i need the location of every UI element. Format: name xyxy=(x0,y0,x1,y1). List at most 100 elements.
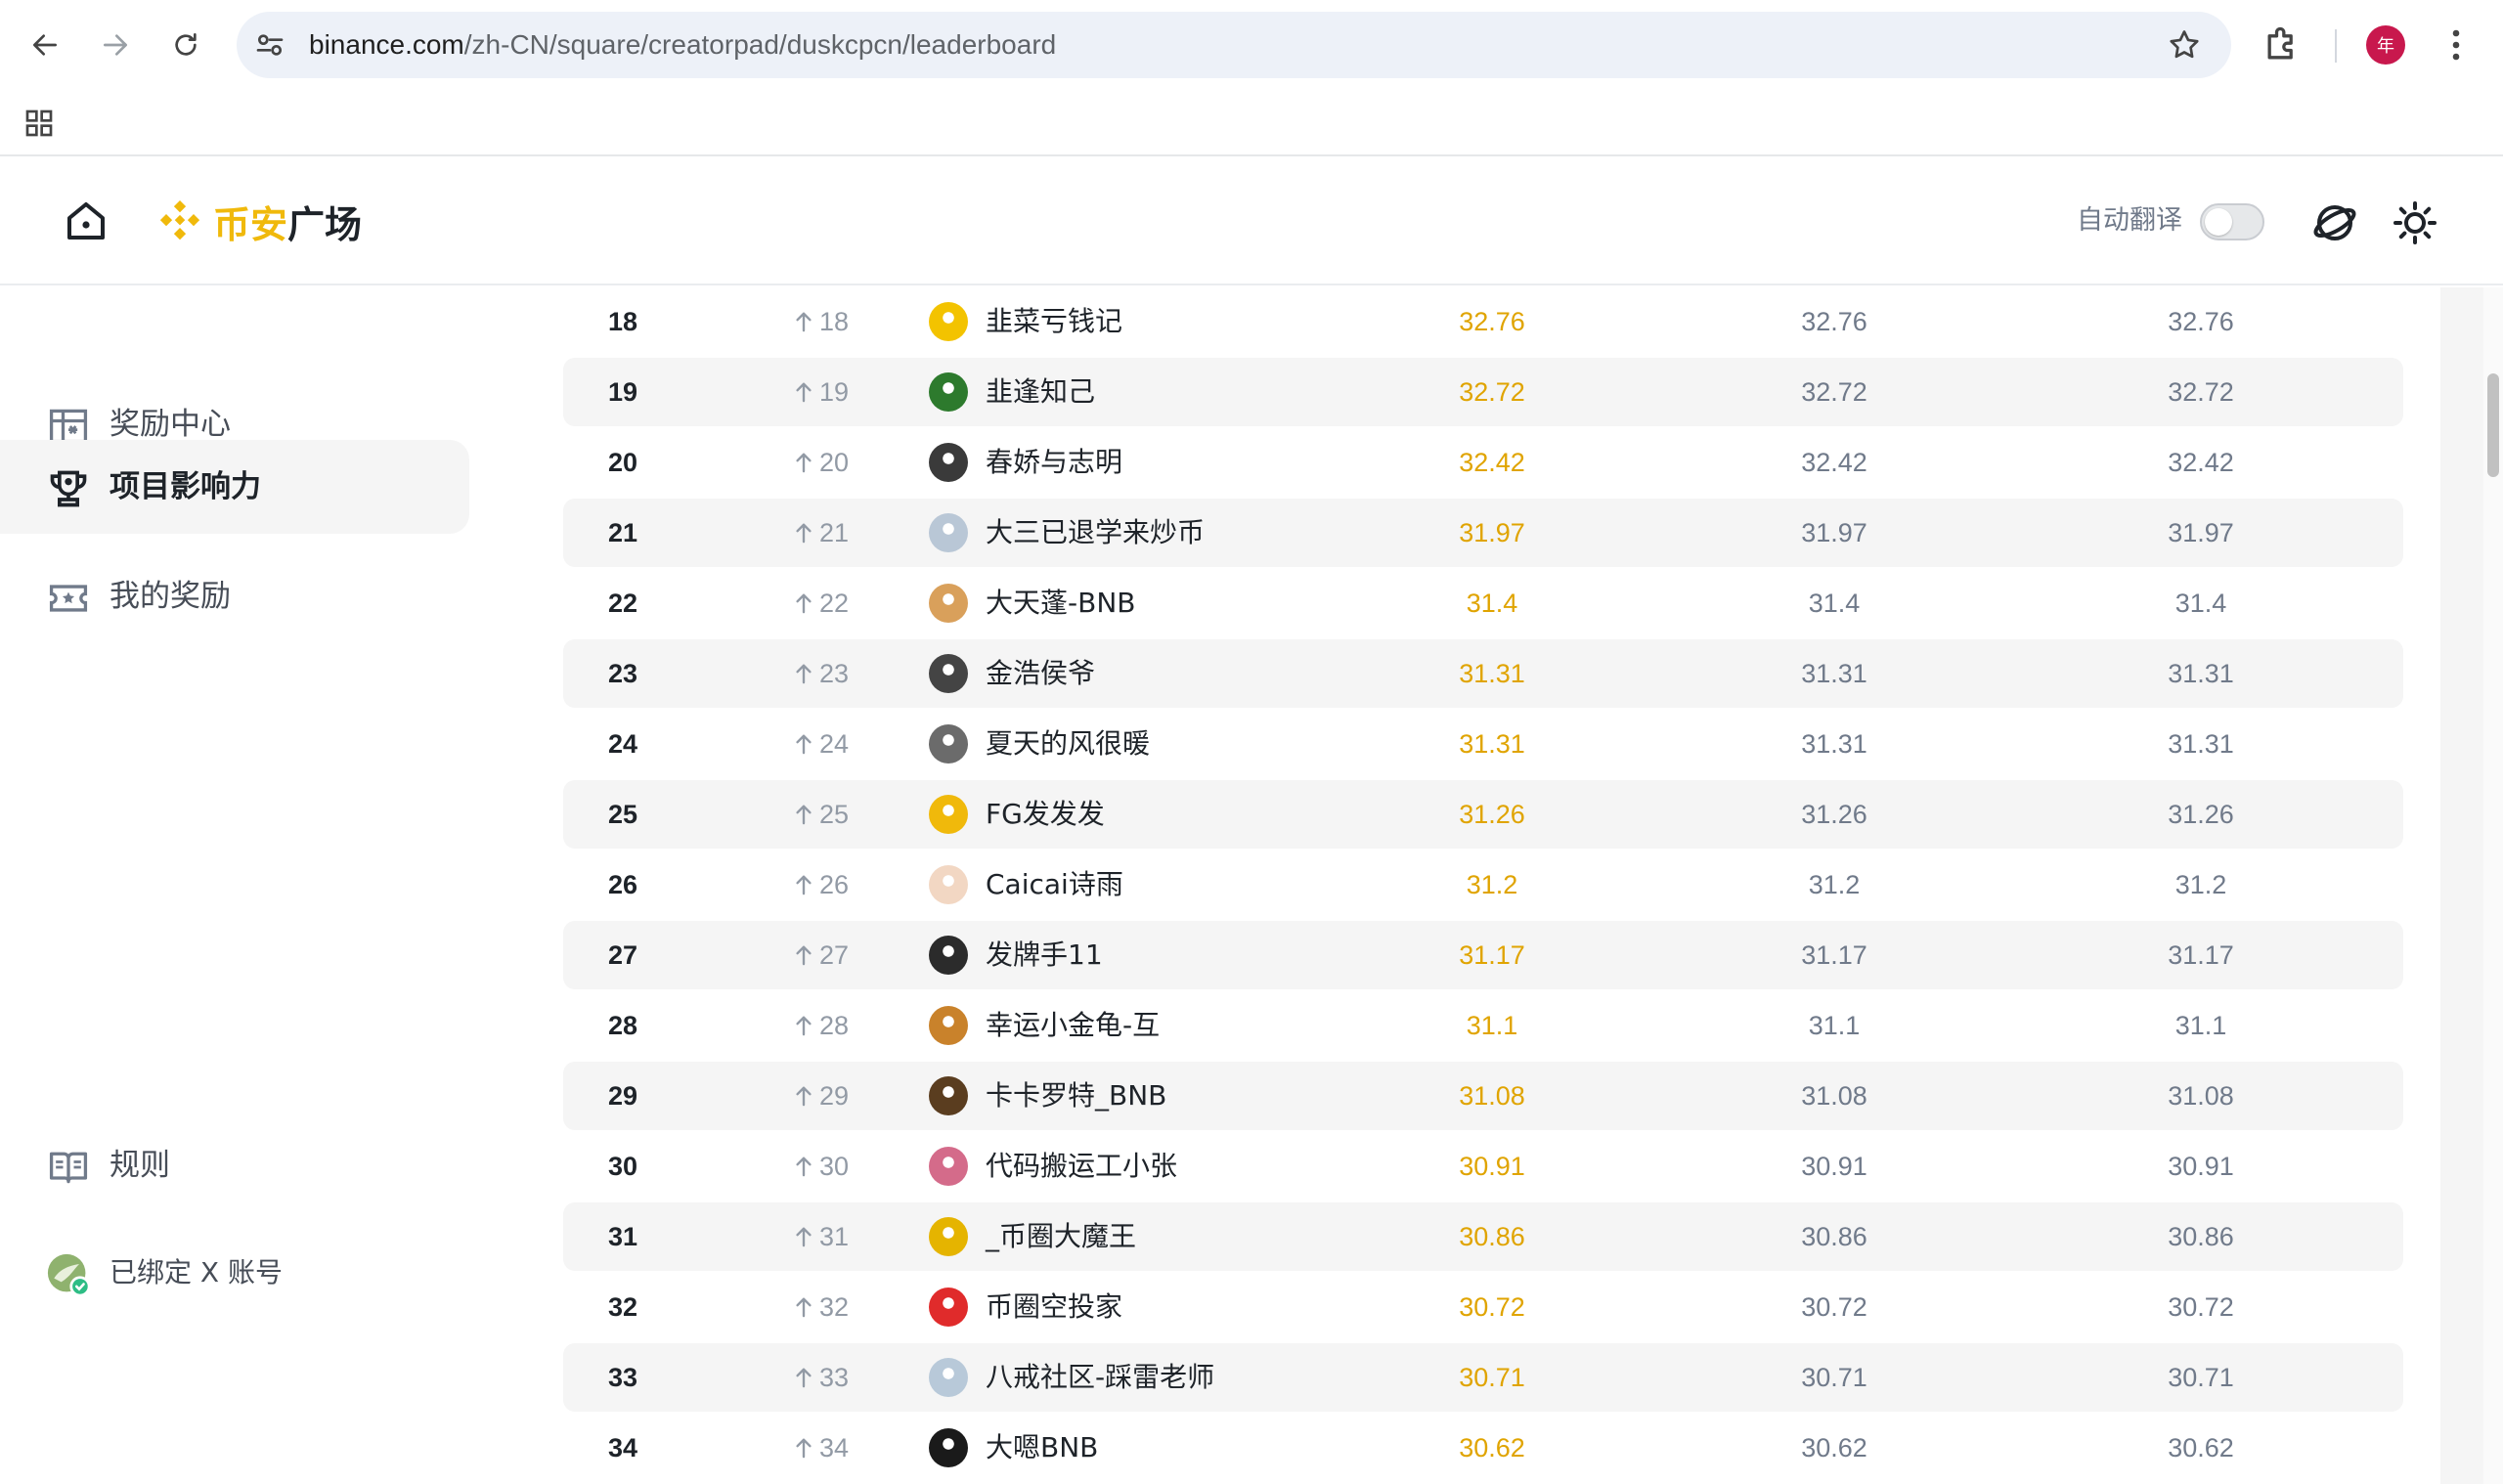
arrow-up-icon xyxy=(796,945,812,966)
username[interactable]: 夏天的风很暖 xyxy=(986,710,1150,778)
binance-square-logo[interactable]: 币安 广场 xyxy=(153,192,362,250)
rank-cell: 30 xyxy=(608,1152,638,1181)
auto-translate-toggle[interactable] xyxy=(2200,203,2264,240)
x-account-binding[interactable]: 已绑定 X 账号 xyxy=(0,1226,469,1320)
rank-change-value: 24 xyxy=(819,729,850,759)
arrow-up-icon xyxy=(796,382,812,403)
username[interactable]: 春娇与志明 xyxy=(986,428,1122,497)
username[interactable]: 大天蓬-BNB xyxy=(986,569,1135,637)
avatar[interactable] xyxy=(929,1147,968,1186)
username[interactable]: 大三已退学来炒币 xyxy=(986,499,1205,567)
theme-sun-icon[interactable] xyxy=(2392,199,2438,246)
back-button[interactable] xyxy=(22,22,68,68)
username[interactable]: 幸运小金龟-互 xyxy=(986,991,1160,1060)
score-cell-2: 30.86 xyxy=(1801,1222,1867,1251)
avatar[interactable] xyxy=(929,654,968,693)
scrollbar-thumb[interactable] xyxy=(2487,373,2499,477)
forward-button[interactable] xyxy=(92,22,139,68)
username[interactable]: 卡卡罗特_BNB xyxy=(986,1062,1166,1130)
avatar[interactable] xyxy=(929,513,968,552)
avatar[interactable] xyxy=(929,795,968,834)
more-menu-icon[interactable] xyxy=(2444,27,2468,63)
rank-change-cell: 32 xyxy=(794,1273,849,1341)
table-row[interactable]: 20 20 春娇与志明 32.42 32.42 32.42 xyxy=(563,428,2403,497)
avatar[interactable] xyxy=(929,1217,968,1256)
table-row[interactable]: 26 26 Caicai诗雨 31.2 31.2 31.2 xyxy=(563,851,2403,919)
rank-change-cell: 31 xyxy=(794,1202,849,1271)
table-row[interactable]: 33 33 八戒社区-踩雷老师 30.71 30.71 30.71 xyxy=(563,1343,2403,1412)
username[interactable]: 币圈空投家 xyxy=(986,1273,1122,1341)
score-cell-3: 30.91 xyxy=(2168,1152,2234,1181)
arrow-right-icon xyxy=(104,34,127,56)
table-row[interactable]: 28 28 幸运小金龟-互 31.1 31.1 31.1 xyxy=(563,991,2403,1060)
extensions-puzzle-icon[interactable] xyxy=(2261,23,2304,66)
score-cell-2: 30.71 xyxy=(1801,1363,1867,1392)
avatar[interactable] xyxy=(929,443,968,482)
site-settings-icon[interactable] xyxy=(254,29,285,61)
avatar[interactable] xyxy=(929,936,968,975)
avatar[interactable] xyxy=(929,302,968,341)
table-row[interactable]: 18 18 韭菜亏钱记 32.76 32.76 32.76 xyxy=(563,287,2403,356)
rank-cell: 19 xyxy=(608,377,638,407)
rank-change-value: 19 xyxy=(819,377,850,407)
avatar[interactable] xyxy=(929,584,968,623)
url-host: binance.com xyxy=(309,29,464,60)
sidebar-item-rules[interactable]: 规则 xyxy=(0,1118,469,1212)
apps-grid-icon[interactable] xyxy=(23,108,55,139)
table-row[interactable]: 23 23 金浩侯爷 31.31 31.31 31.31 xyxy=(563,639,2403,708)
table-row[interactable]: 31 31 _币圈大魔王 30.86 30.86 30.86 xyxy=(563,1202,2403,1271)
avatar[interactable] xyxy=(929,865,968,904)
arrow-up-icon xyxy=(796,593,812,614)
avatar[interactable] xyxy=(929,1076,968,1115)
rank-change-value: 27 xyxy=(819,940,850,970)
score-cell-3: 32.72 xyxy=(2168,377,2234,407)
username[interactable]: 韭逢知己 xyxy=(986,358,1095,426)
score-cell: 30.71 xyxy=(1459,1363,1525,1392)
reload-button[interactable] xyxy=(162,22,209,68)
table-row[interactable]: 21 21 大三已退学来炒币 31.97 31.97 31.97 xyxy=(563,499,2403,567)
username[interactable]: 大嗯BNB xyxy=(986,1414,1098,1482)
table-row[interactable]: 19 19 韭逢知己 32.72 32.72 32.72 xyxy=(563,358,2403,426)
username[interactable]: FG发发发 xyxy=(986,780,1105,849)
arrow-up-icon xyxy=(796,1157,812,1177)
sidebar-item-project-influence[interactable]: 项目影响力 xyxy=(0,440,469,534)
rank-change-cell: 19 xyxy=(794,358,849,426)
bookmark-star-icon[interactable] xyxy=(2167,27,2202,63)
rank-cell: 22 xyxy=(608,589,638,618)
arrow-up-icon xyxy=(796,664,812,684)
sidebar-item-my-rewards[interactable]: 我的奖励 xyxy=(0,549,469,643)
address-bar[interactable]: binance.com/zh-CN/square/creatorpad/dusk… xyxy=(237,12,2231,78)
table-row[interactable]: 22 22 大天蓬-BNB 31.4 31.4 31.4 xyxy=(563,569,2403,637)
avatar[interactable] xyxy=(929,1428,968,1467)
username[interactable]: _币圈大魔王 xyxy=(986,1202,1136,1271)
avatar[interactable] xyxy=(929,372,968,412)
avatar[interactable] xyxy=(929,724,968,764)
username[interactable]: 发牌手11 xyxy=(986,921,1103,989)
rank-cell: 24 xyxy=(608,729,638,759)
table-row[interactable]: 34 34 大嗯BNB 30.62 30.62 30.62 xyxy=(563,1414,2403,1482)
profile-avatar[interactable]: 年 xyxy=(2366,25,2405,65)
score-cell-2: 31.97 xyxy=(1801,518,1867,547)
avatar[interactable] xyxy=(929,1288,968,1327)
table-row[interactable]: 29 29 卡卡罗特_BNB 31.08 31.08 31.08 xyxy=(563,1062,2403,1130)
avatar[interactable] xyxy=(929,1006,968,1045)
language-globe-icon[interactable] xyxy=(2311,199,2358,246)
table-row[interactable]: 25 25 FG发发发 31.26 31.26 31.26 xyxy=(563,780,2403,849)
rank-cell: 28 xyxy=(608,1011,638,1040)
rank-change-value: 23 xyxy=(819,659,850,688)
username[interactable]: 八戒社区-踩雷老师 xyxy=(986,1343,1214,1412)
table-row[interactable]: 24 24 夏天的风很暖 31.31 31.31 31.31 xyxy=(563,710,2403,778)
score-cell-2: 30.91 xyxy=(1801,1152,1867,1181)
home-icon[interactable] xyxy=(63,197,110,244)
avatar[interactable] xyxy=(929,1358,968,1397)
username[interactable]: Caicai诗雨 xyxy=(986,851,1123,919)
username[interactable]: 代码搬运工小张 xyxy=(986,1132,1177,1200)
table-row[interactable]: 27 27 发牌手11 31.17 31.17 31.17 xyxy=(563,921,2403,989)
rank-change-value: 22 xyxy=(819,589,850,618)
table-row[interactable]: 30 30 代码搬运工小张 30.91 30.91 30.91 xyxy=(563,1132,2403,1200)
username[interactable]: 韭菜亏钱记 xyxy=(986,287,1122,356)
username[interactable]: 金浩侯爷 xyxy=(986,639,1095,708)
url-text[interactable]: binance.com/zh-CN/square/creatorpad/dusk… xyxy=(309,12,1056,78)
table-row[interactable]: 32 32 币圈空投家 30.72 30.72 30.72 xyxy=(563,1273,2403,1341)
rank-cell: 27 xyxy=(608,940,638,970)
